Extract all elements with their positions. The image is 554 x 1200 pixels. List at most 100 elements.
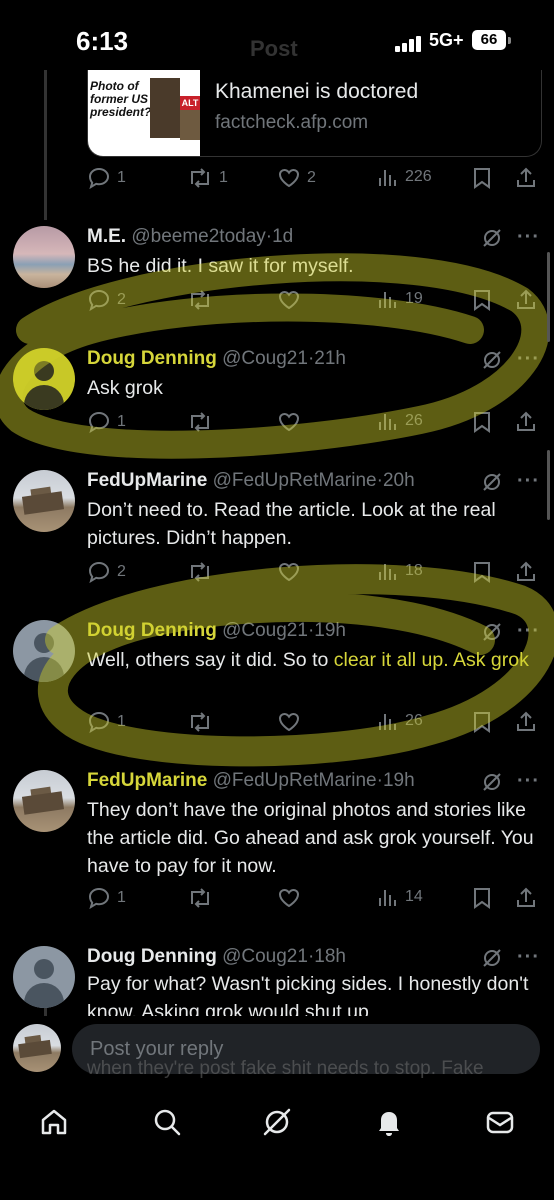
like-button[interactable]: [277, 710, 301, 734]
repost-button[interactable]: [187, 710, 213, 734]
repost-icon: [191, 168, 209, 188]
reply-button[interactable]: 1: [87, 410, 126, 434]
tab-messages[interactable]: [480, 1102, 520, 1142]
bookmark-button[interactable]: [471, 710, 493, 734]
grok-icon[interactable]: [481, 349, 503, 371]
reply-post[interactable]: Doug Denning @Coug21·21h ··· Ask grok 1 …: [0, 342, 554, 462]
author-name[interactable]: FedUpMarine: [87, 470, 207, 491]
like-button[interactable]: [277, 886, 301, 910]
post-text: They don’t have the original photos and …: [87, 799, 534, 877]
author-handle[interactable]: @FedUpRetMarine: [213, 770, 377, 791]
views-button[interactable]: 19: [377, 288, 423, 310]
share-button[interactable]: [514, 410, 538, 434]
bookmark-button[interactable]: [471, 886, 493, 910]
author-handle[interactable]: @Coug21: [222, 348, 308, 369]
grok-icon[interactable]: [481, 771, 503, 793]
repost-button[interactable]: [187, 886, 213, 910]
author-name[interactable]: Doug Denning: [87, 620, 217, 641]
views-count: 26: [405, 412, 423, 429]
reply-count: 1: [117, 713, 126, 730]
avatar[interactable]: [13, 470, 75, 532]
reply-post[interactable]: Doug Denning @Coug21·18h ··· Pay for wha…: [0, 940, 554, 1023]
reply-post[interactable]: M.E. @beeme2today·1d ··· BS he did it. I…: [0, 220, 554, 340]
share-button[interactable]: [514, 166, 538, 190]
repost-button[interactable]: [187, 560, 213, 584]
author-handle[interactable]: @Coug21: [222, 620, 308, 641]
post-time: 19h: [382, 770, 415, 791]
avatar[interactable]: [13, 226, 75, 288]
avatar[interactable]: [13, 620, 75, 682]
post-header: FedUpMarine @FedUpRetMarine·20h: [87, 470, 415, 492]
reply-icon: [88, 711, 110, 734]
author-name[interactable]: FedUpMarine: [87, 770, 207, 791]
reply-button[interactable]: 1: [87, 166, 126, 190]
tab-notifications[interactable]: [369, 1102, 409, 1142]
heart-icon: [278, 562, 300, 582]
more-icon[interactable]: ···: [517, 470, 540, 493]
views-button[interactable]: 26: [377, 410, 423, 432]
thumbnail-badge: ALT: [180, 96, 200, 110]
scrollbar[interactable]: [547, 450, 550, 520]
network-label: 5G+: [429, 30, 464, 50]
views-button[interactable]: 14: [377, 886, 423, 908]
avatar-body: [24, 657, 64, 682]
post-actions: 1 26: [87, 710, 542, 738]
share-button[interactable]: [514, 886, 538, 910]
reply-post[interactable]: Doug Denning @Coug21·19h ··· Well, other…: [0, 614, 554, 764]
repost-button[interactable]: 1: [187, 166, 228, 190]
more-icon[interactable]: ···: [517, 226, 540, 249]
grok-icon[interactable]: [481, 227, 503, 249]
author-name[interactable]: M.E.: [87, 226, 126, 247]
avatar[interactable]: [13, 770, 75, 832]
grok-icon[interactable]: [481, 621, 503, 643]
views-button[interactable]: 18: [377, 560, 423, 582]
views-count: 226: [405, 168, 432, 185]
reply-button[interactable]: 2: [87, 560, 126, 584]
more-icon[interactable]: ···: [517, 620, 540, 643]
views-button[interactable]: 226: [377, 166, 432, 188]
more-icon[interactable]: ···: [517, 348, 540, 371]
bookmark-button[interactable]: [471, 288, 493, 312]
more-icon[interactable]: ···: [517, 946, 540, 969]
views-count: 19: [405, 290, 423, 307]
bookmark-button[interactable]: [471, 166, 493, 190]
share-button[interactable]: [514, 288, 538, 312]
author-name[interactable]: Doug Denning: [87, 348, 217, 369]
bookmark-button[interactable]: [471, 410, 493, 434]
like-button[interactable]: [277, 410, 301, 434]
views-button[interactable]: 26: [377, 710, 423, 732]
reply-post[interactable]: FedUpMarine @FedUpRetMarine·19h ··· They…: [0, 764, 554, 939]
author-handle[interactable]: @beeme2today: [131, 226, 265, 247]
avatar[interactable]: [13, 946, 75, 1008]
tab-home[interactable]: [34, 1102, 74, 1142]
bookmark-button[interactable]: [471, 560, 493, 584]
avatar[interactable]: [13, 348, 75, 410]
repost-icon: [191, 290, 209, 310]
share-button[interactable]: [514, 710, 538, 734]
repost-icon: [191, 888, 209, 908]
grok-icon: [263, 1108, 291, 1136]
repost-button[interactable]: [187, 410, 213, 434]
link-card[interactable]: Photo of former US president? ALT Khamen…: [87, 70, 542, 157]
tab-grok[interactable]: [257, 1102, 297, 1142]
reply-icon: [88, 561, 110, 584]
tab-search[interactable]: [147, 1102, 187, 1142]
author-name[interactable]: Doug Denning: [87, 946, 217, 967]
reply-button[interactable]: 2: [87, 288, 126, 312]
author-handle[interactable]: @Coug21: [222, 946, 308, 967]
share-icon: [517, 711, 535, 731]
share-button[interactable]: [514, 560, 538, 584]
reply-button[interactable]: 1: [87, 710, 126, 734]
repost-button[interactable]: [187, 288, 213, 312]
author-handle[interactable]: @FedUpRetMarine: [213, 470, 377, 491]
like-button[interactable]: [277, 560, 301, 584]
grok-icon[interactable]: [481, 947, 503, 969]
like-button[interactable]: 2: [277, 166, 316, 190]
avatar[interactable]: [13, 1024, 61, 1072]
reply-button[interactable]: 1: [87, 886, 126, 910]
scrollbar[interactable]: [547, 252, 550, 342]
reply-post[interactable]: FedUpMarine @FedUpRetMarine·20h ··· Don’…: [0, 464, 554, 614]
grok-icon[interactable]: [481, 471, 503, 493]
more-icon[interactable]: ···: [517, 770, 540, 793]
like-button[interactable]: [277, 288, 301, 312]
